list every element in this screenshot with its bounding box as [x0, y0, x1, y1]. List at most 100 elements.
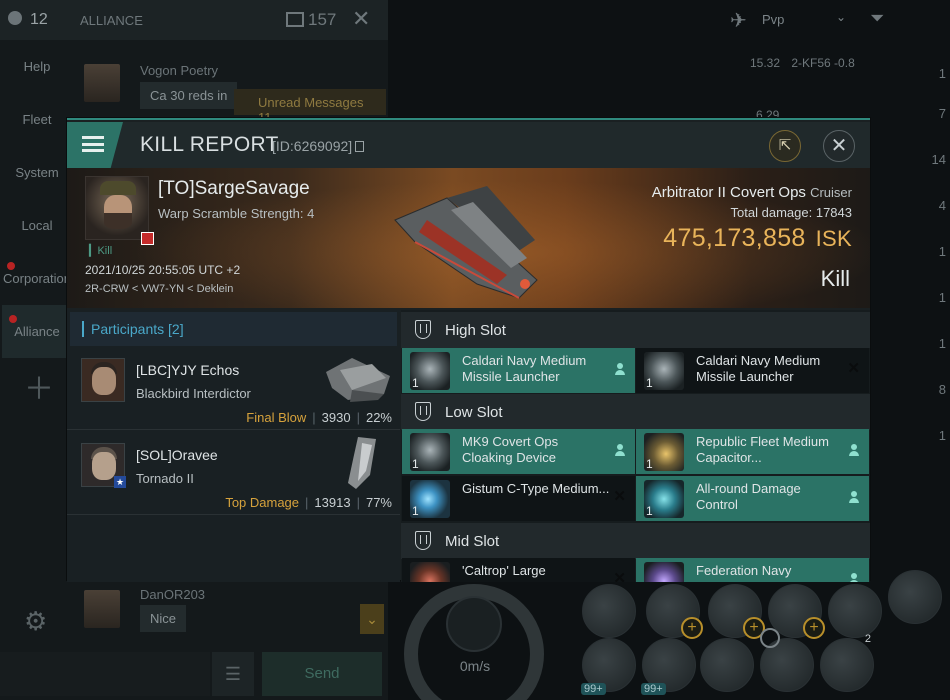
tab-help[interactable]: Help: [0, 40, 74, 93]
module-slot[interactable]: 99+: [641, 638, 696, 695]
mid-slot-header: Mid Slot: [401, 523, 870, 559]
module-slot[interactable]: [888, 570, 942, 624]
slot-item[interactable]: 1 Republic Fleet Medium Capacitor...: [636, 429, 869, 474]
slot-item[interactable]: 'Caltrop' Large ✕: [402, 558, 635, 582]
slot-item[interactable]: 1 MK9 Covert Ops Cloaking Device: [402, 429, 635, 474]
standing-badge-icon: [141, 232, 154, 245]
victim-ship-image[interactable]: [387, 180, 552, 305]
dropped-icon: [615, 444, 625, 456]
dropped-icon: [849, 573, 859, 582]
unread-messages-banner[interactable]: Unread Messages 11: [234, 89, 386, 125]
side-count: 1: [938, 336, 946, 351]
participant-ship: Tornado II: [136, 471, 194, 486]
participants-panel: Participants [2] [LBC]YJY Echos Blackbir…: [67, 310, 400, 582]
avatar[interactable]: [84, 64, 120, 102]
kill-location[interactable]: 2R-CRW < VW7-YN < Deklein: [85, 283, 233, 295]
kill-summary: [TO]SargeSavage Warp Scramble Strength: …: [67, 168, 870, 308]
overview-row[interactable]: 15.32 2-KF56 -0.8: [722, 56, 855, 70]
add-icon: +: [681, 617, 703, 639]
warp-disruptor-icon: [410, 562, 450, 582]
module-slot[interactable]: [700, 638, 754, 692]
participant-role: Final Blow: [246, 410, 307, 425]
participant-name: [SOL]Oravee: [136, 447, 218, 463]
drone-count: 2: [864, 633, 871, 645]
chat-channel-tabs: Help Fleet System Local Corporation Alli…: [0, 40, 74, 358]
share-button[interactable]: ⇱: [769, 130, 801, 162]
module-slot[interactable]: +: [646, 584, 703, 639]
overview-header: ✈ Pvp ⌄ ⏷: [720, 0, 950, 40]
slot-item[interactable]: 1 Caldari Navy Medium Missile Launcher ✕: [636, 348, 869, 393]
chat-input[interactable]: [0, 652, 210, 696]
slot-item[interactable]: 1 Caldari Navy Medium Missile Launcher: [402, 348, 635, 393]
chat-close-icon[interactable]: ✕: [352, 6, 370, 32]
menu-button[interactable]: [67, 122, 123, 168]
chat-header: 12 ALLIANCE 157 ✕: [0, 0, 388, 40]
module-slot[interactable]: 99+: [581, 638, 636, 695]
isk-value: 475,173,858 ISK: [663, 224, 852, 252]
side-count: 1: [938, 244, 946, 259]
speedometer[interactable]: 0m/s: [402, 582, 548, 700]
stop-button[interactable]: [446, 596, 502, 652]
send-button[interactable]: Send: [262, 652, 382, 696]
participants-header: Participants [2]: [70, 312, 397, 346]
message-author[interactable]: DanOR203: [140, 587, 205, 602]
kill-datetime: 2021/10/25 20:55:05 UTC +2: [85, 263, 241, 277]
drone-slot[interactable]: 2: [820, 633, 874, 692]
copy-icon[interactable]: [355, 141, 365, 152]
participant-damage: 13913: [314, 495, 351, 510]
gear-icon[interactable]: ⚙: [24, 606, 47, 637]
avatar[interactable]: [84, 590, 120, 628]
add-icon: +: [803, 617, 825, 639]
add-channel-icon[interactable]: ＋: [24, 364, 54, 408]
slot-item[interactable]: 1 All-round Damage Control: [636, 476, 869, 521]
module-slot[interactable]: [828, 584, 882, 638]
close-button[interactable]: ✕: [823, 130, 855, 162]
victim-avatar[interactable]: [85, 176, 154, 245]
target-icon[interactable]: [760, 628, 780, 648]
filter-icon[interactable]: ⏷: [870, 8, 884, 29]
slot-item[interactable]: Federation Navy: [636, 558, 869, 582]
side-count: 7: [938, 106, 946, 121]
side-count: 1: [938, 428, 946, 443]
message-author[interactable]: Vogon Poetry: [140, 63, 218, 78]
avatar[interactable]: [81, 358, 125, 402]
avatar[interactable]: ★: [81, 443, 126, 488]
dropped-icon: [849, 444, 859, 456]
tab-alliance[interactable]: Alliance: [2, 305, 72, 358]
alert-dot: [7, 262, 15, 270]
message-text: Ca 30 reds in: [140, 82, 238, 109]
victim-ship[interactable]: Arbitrator II Covert Ops Cruiser: [652, 184, 852, 201]
slot-item[interactable]: 1 Gistum C-Type Medium... ✕: [402, 476, 635, 521]
dialog-title: KILL REPORT: [140, 133, 279, 156]
overview-name: 2-KF56 -0.8: [791, 56, 855, 70]
external-link-icon: ⇱: [778, 137, 792, 154]
ship-class: Cruiser: [810, 185, 852, 200]
scroll-down-button[interactable]: ⌄: [360, 604, 384, 634]
module-slot[interactable]: [582, 584, 636, 638]
tab-fleet[interactable]: Fleet: [0, 93, 74, 146]
participant-percent: 77%: [365, 495, 392, 510]
chevron-down-icon[interactable]: ⌄: [836, 10, 846, 24]
member-count[interactable]: 157: [286, 10, 336, 30]
module-slot[interactable]: +: [708, 584, 765, 639]
victim-name[interactable]: [TO]SargeSavage: [158, 178, 310, 200]
participant-row[interactable]: ★ [SOL]Oravee Tornado II Top Damage | 1391…: [67, 431, 400, 515]
overview-filter-select[interactable]: Pvp: [762, 12, 784, 27]
person-icon: [8, 11, 22, 25]
star-icon: ★: [114, 476, 126, 488]
destroyed-icon: ✕: [613, 488, 626, 505]
participant-row[interactable]: [LBC]YJY Echos Blackbird Interdictor Fin…: [67, 346, 400, 430]
low-slot-icon: [415, 402, 431, 421]
overview-distance: 15.32: [750, 56, 781, 70]
participant-damage: 3930: [321, 410, 351, 425]
members-icon: [286, 12, 304, 27]
kill-id[interactable]: [ID:6269092]: [272, 138, 365, 154]
destroyed-icon: ✕: [613, 570, 626, 582]
tab-corporation[interactable]: Corporation: [0, 252, 74, 305]
participant-stats: Final Blow | 3930 | 22%: [246, 410, 392, 425]
side-count: 8: [938, 382, 946, 397]
list-icon[interactable]: ☰: [212, 652, 254, 696]
tab-local[interactable]: Local: [0, 199, 74, 252]
tab-system[interactable]: System: [0, 146, 74, 199]
menu-icon: [82, 136, 104, 152]
